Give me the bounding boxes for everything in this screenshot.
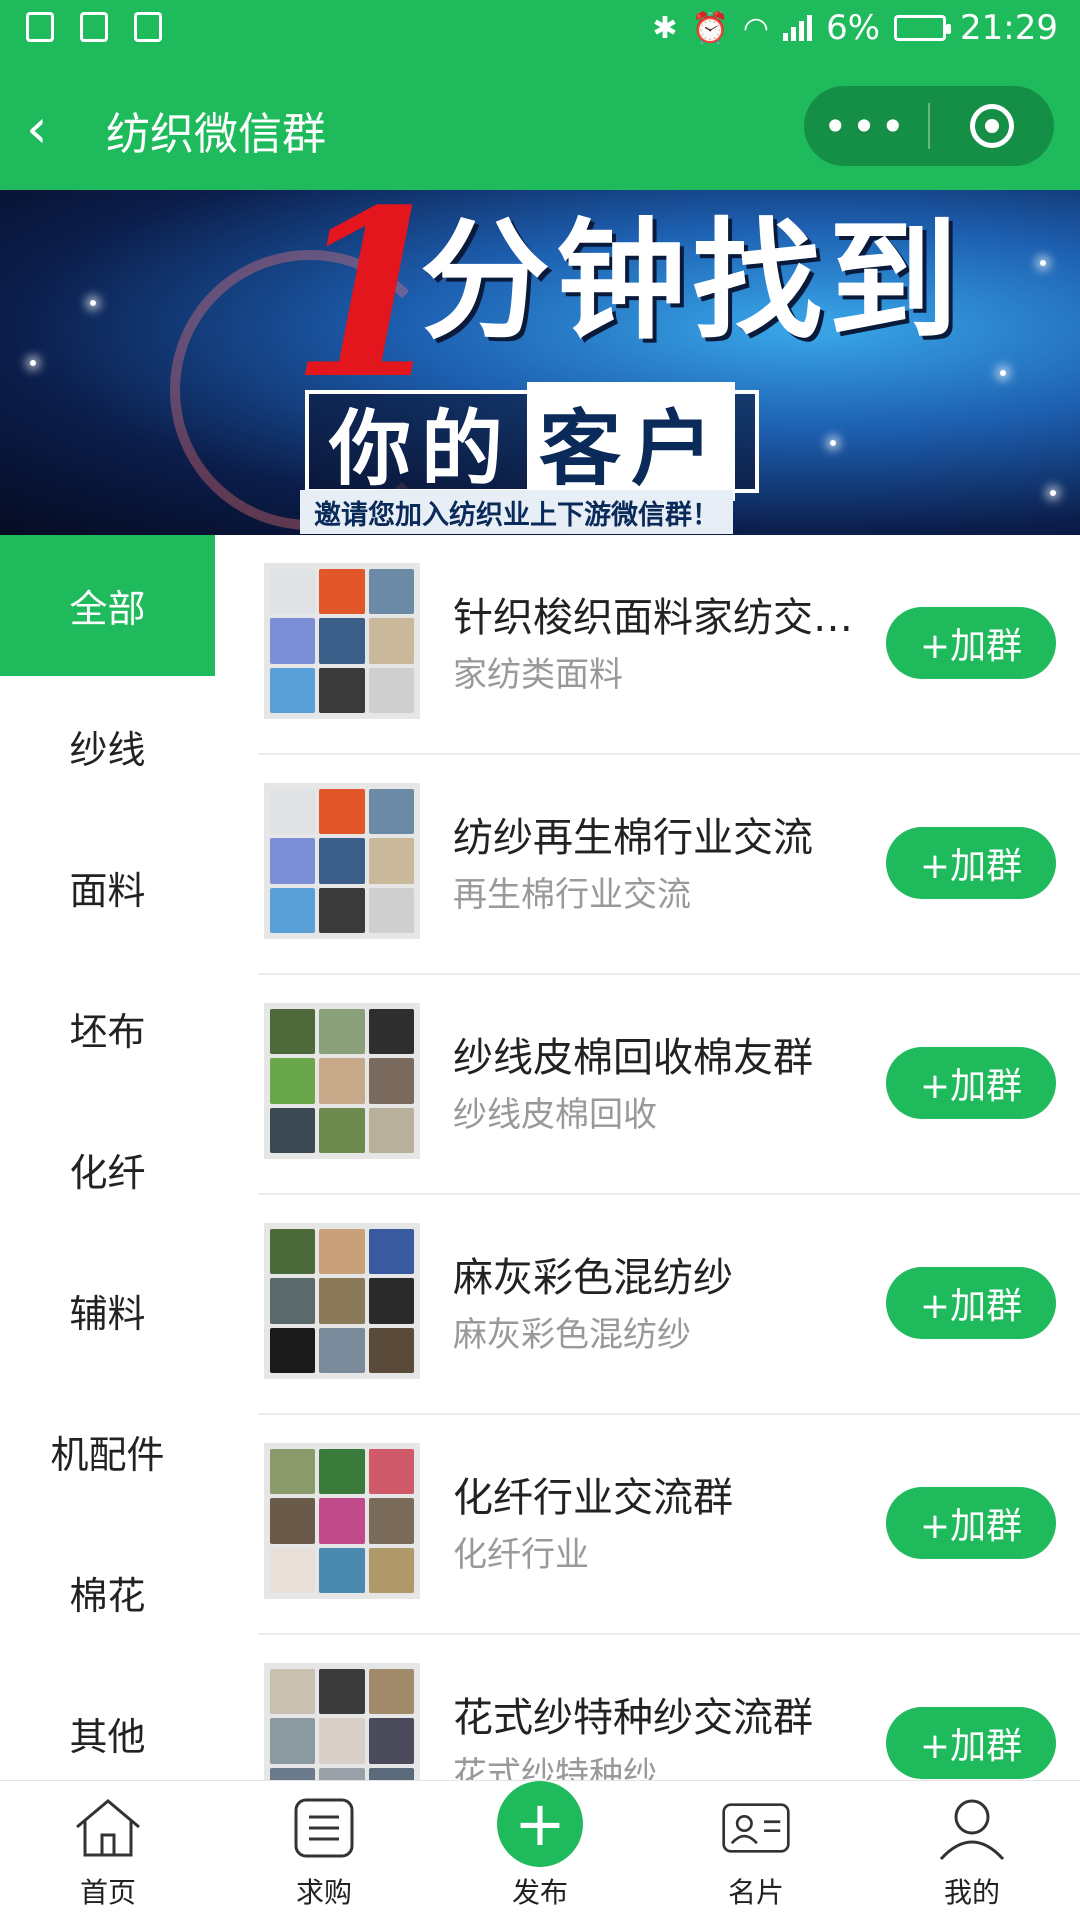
user-icon [937, 1795, 1007, 1861]
tab-purchase[interactable]: 求购 [216, 1781, 432, 1921]
tab-publish[interactable]: + 发布 [432, 1781, 648, 1921]
home-icon [73, 1795, 143, 1861]
bluetooth-icon: ✱ [652, 10, 678, 46]
join-group-button[interactable]: +加群 [886, 827, 1056, 899]
group-avatar [264, 1663, 420, 1780]
tab-home[interactable]: 首页 [0, 1781, 216, 1921]
join-group-button[interactable]: +加群 [886, 1707, 1056, 1779]
group-name: 花式纱特种纱交流群 [453, 1695, 813, 1741]
page-title: 纺织微信群 [106, 109, 326, 160]
star-decoration [1050, 490, 1056, 496]
group-list: 针织梭织面料家纺交流群 家纺类面料 +加群 纺纱再生棉行业交流 再生棉行业交流 … [258, 535, 1080, 1780]
list-item[interactable]: 纺纱再生棉行业交流 再生棉行业交流 +加群 [258, 755, 1080, 975]
join-group-button[interactable]: +加群 [886, 1047, 1056, 1119]
tab-mine[interactable]: 我的 [864, 1781, 1080, 1921]
banner-line2-a: 你的 [329, 402, 514, 497]
alarm-icon: ⏰ [691, 10, 729, 46]
banner-headline: 分钟找到 [420, 205, 965, 357]
list-item[interactable]: 麻灰彩色混纺纱 麻灰彩色混纺纱 +加群 [258, 1195, 1080, 1415]
nav-bar: ‹ 纺织微信群 ••• [0, 60, 1080, 190]
banner-line2: 你的 客户 [305, 382, 760, 501]
tab-card[interactable]: 名片 [648, 1781, 864, 1921]
star-decoration [90, 300, 96, 306]
image-icon [134, 12, 162, 42]
star-decoration [1000, 370, 1006, 376]
sidebar-item-cotton[interactable]: 棉花 [0, 1522, 215, 1663]
tab-home-label: 首页 [79, 1876, 136, 1909]
status-left-icons [26, 12, 162, 42]
sidebar-item-yarn[interactable]: 纱线 [0, 676, 215, 817]
alert-icon [80, 12, 108, 42]
join-group-button[interactable]: +加群 [886, 1267, 1056, 1339]
sidebar-item-chemical-fiber[interactable]: 化纤 [0, 1099, 215, 1240]
sidebar-item-greige[interactable]: 坯布 [0, 958, 215, 1099]
group-desc: 家纺类面料 [453, 655, 623, 695]
status-bar: ✱ ⏰ ◠ 6% 21:29 [0, 0, 1080, 60]
list-item[interactable]: 纱线皮棉回收棉友群 纱线皮棉回收 +加群 [258, 975, 1080, 1195]
battery-icon [894, 15, 952, 41]
wifi-icon: ◠ [742, 10, 770, 46]
tab-purchase-label: 求购 [295, 1876, 352, 1909]
sidebar-item-machine-parts[interactable]: 机配件 [0, 1381, 215, 1522]
star-decoration [30, 360, 36, 366]
tab-publish-label: 发布 [511, 1876, 568, 1909]
group-name: 针织梭织面料家纺交流群 [453, 595, 873, 641]
target-icon [970, 104, 1014, 148]
group-name: 麻灰彩色混纺纱 [453, 1255, 733, 1301]
list-item[interactable]: 化纤行业交流群 化纤行业 +加群 [258, 1415, 1080, 1635]
list-item[interactable]: 花式纱特种纱交流群 花式纱特种纱 +加群 [258, 1635, 1080, 1780]
status-right: ✱ ⏰ ◠ 6% 21:29 [652, 8, 1058, 48]
banner-line2-b: 客户 [527, 382, 736, 501]
tab-mine-label: 我的 [943, 1876, 1000, 1909]
group-desc: 麻灰彩色混纺纱 [453, 1315, 691, 1355]
group-avatar [264, 563, 420, 719]
tab-card-label: 名片 [727, 1876, 784, 1909]
banner-subtitle: 邀请您加入纺织业上下游微信群！ [300, 490, 733, 534]
battery-percent: 6% [826, 8, 881, 48]
mini-program-capsule: ••• [804, 86, 1054, 166]
more-icon[interactable]: ••• [804, 102, 928, 151]
group-desc: 纱线皮棉回收 [453, 1095, 657, 1135]
sidebar-item-all[interactable]: 全部 [0, 535, 215, 676]
group-name: 化纤行业交流群 [453, 1475, 733, 1521]
star-decoration [830, 440, 836, 446]
group-name: 纱线皮棉回收棉友群 [453, 1035, 813, 1081]
close-target-button[interactable] [930, 104, 1054, 148]
group-desc: 再生棉行业交流 [453, 875, 691, 915]
category-sidebar: 全部 纱线 面料 坯布 化纤 辅料 机配件 棉花 其他 [0, 535, 215, 1780]
group-name: 纺纱再生棉行业交流 [453, 815, 813, 861]
join-group-button[interactable]: +加群 [886, 607, 1056, 679]
group-desc: 化纤行业 [453, 1535, 589, 1575]
clock: 21:29 [960, 8, 1058, 48]
group-avatar [264, 783, 420, 939]
list-icon [289, 1795, 359, 1861]
group-avatar [264, 1443, 420, 1599]
sidebar-item-fabric[interactable]: 面料 [0, 817, 215, 958]
group-avatar [264, 1223, 420, 1379]
plus-icon: + [497, 1781, 583, 1867]
star-decoration [1040, 260, 1046, 266]
bottom-tab-bar: 首页 求购 + 发布 名片 我的 [0, 1780, 1080, 1921]
signal-icon [783, 15, 813, 41]
card-icon [721, 1795, 791, 1861]
group-avatar [264, 1003, 420, 1159]
group-desc: 花式纱特种纱 [453, 1755, 657, 1780]
sidebar-item-accessories[interactable]: 辅料 [0, 1240, 215, 1381]
promo-banner[interactable]: 1 分钟找到 你的 客户 邀请您加入纺织业上下游微信群！ [0, 190, 1080, 535]
join-group-button[interactable]: +加群 [886, 1487, 1056, 1559]
list-item[interactable]: 针织梭织面料家纺交流群 家纺类面料 +加群 [258, 535, 1080, 755]
back-icon[interactable]: ‹ [26, 102, 48, 156]
trash-icon [26, 12, 54, 42]
